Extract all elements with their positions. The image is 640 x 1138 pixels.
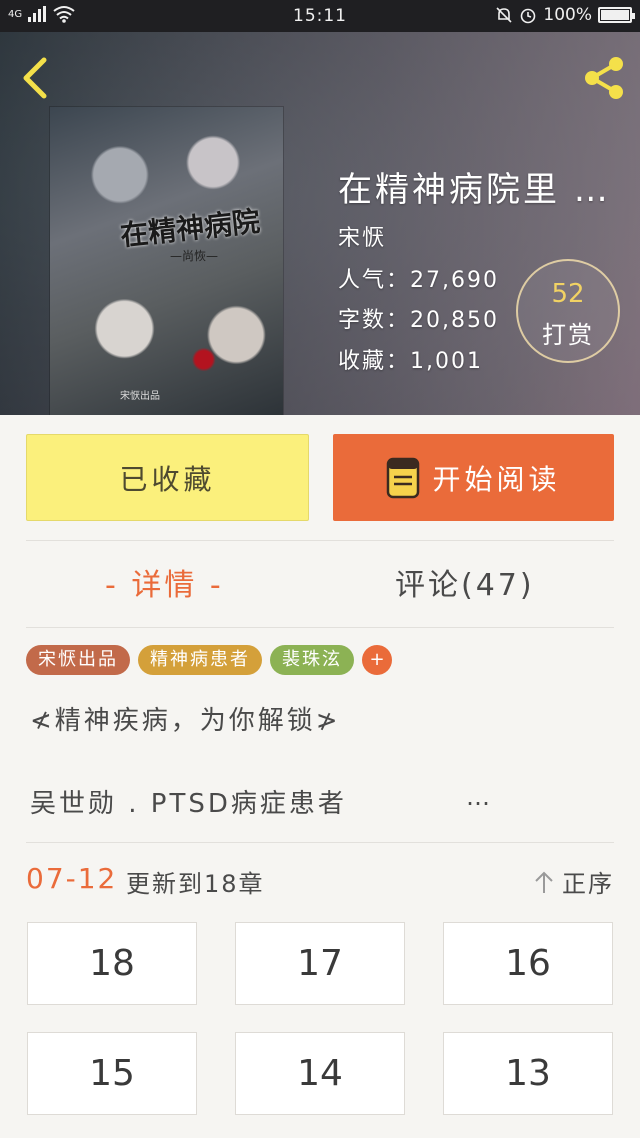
update-text: 更新到18章 (126, 870, 265, 898)
collected-button[interactable]: 已收藏 (26, 434, 309, 521)
divider (26, 627, 614, 628)
chapter-button[interactable]: 13 (443, 1032, 613, 1115)
book-title: 在精神病院里 … (338, 170, 611, 210)
battery-percent: 100% (543, 5, 592, 25)
book-popularity: 人气：27,690 (338, 268, 499, 293)
divider (26, 540, 614, 541)
book-cover[interactable]: 在精神病院 —尚恢— 宋恹出品 (50, 107, 283, 415)
status-bar: 4G 15:11 100% (0, 0, 640, 32)
book-icon (387, 457, 420, 498)
sort-order-button[interactable]: 正序 (534, 864, 614, 899)
book-word-count: 字数：20,850 (338, 308, 499, 333)
tab-detail[interactable]: - 详情 - (105, 560, 224, 610)
summary-line-2: 吴世勋 . PTSD病症患者 (30, 789, 347, 819)
sort-label: 正序 (562, 870, 614, 898)
tag-item[interactable]: 精神病患者 (138, 645, 262, 675)
mute-bell-icon (496, 7, 512, 23)
reward-count: 52 (551, 279, 585, 309)
chapter-button[interactable]: 18 (27, 922, 197, 1005)
book-header: 在精神病院 —尚恢— 宋恹出品 在精神病院里 … 宋恹 人气：27,690 字数… (0, 32, 640, 415)
update-date: 07-12 (26, 862, 118, 895)
reward-label: 打赏 (542, 321, 594, 349)
status-right: 100% (495, 5, 635, 25)
expand-summary-button[interactable]: … (466, 783, 490, 811)
share-icon[interactable] (580, 54, 628, 102)
divider (26, 842, 614, 843)
tag-item[interactable]: 宋恹出品 (26, 645, 130, 675)
alarm-icon (521, 8, 536, 24)
arrow-up-icon (535, 871, 553, 893)
add-tag-button[interactable]: + (362, 645, 392, 675)
book-author[interactable]: 宋恹 (338, 220, 386, 252)
chapter-button[interactable]: 15 (27, 1032, 197, 1115)
book-favorites: 收藏：1,001 (338, 349, 483, 374)
collected-label: 已收藏 (119, 462, 216, 496)
back-arrow-icon[interactable] (16, 56, 56, 100)
start-reading-button[interactable]: 开始阅读 (333, 434, 614, 521)
tab-comments[interactable]: 评论(47) (395, 560, 535, 610)
cover-footer: 宋恹出品 (120, 391, 160, 402)
tag-item[interactable]: 裴珠泫 (270, 645, 354, 675)
battery-icon (598, 7, 635, 23)
chapter-button[interactable]: 14 (235, 1032, 405, 1115)
cover-subtitle: —尚恢— (170, 249, 219, 263)
tag-list: 宋恹出品 精神病患者 裴珠泫 + (26, 645, 392, 675)
chapter-button[interactable]: 16 (443, 922, 613, 1005)
start-reading-label: 开始阅读 (432, 462, 561, 496)
chapter-button[interactable]: 17 (235, 922, 405, 1005)
reward-button[interactable]: 52 打赏 (516, 259, 620, 363)
summary-line-1: ≮精神疾病，为你解锁≯ (30, 706, 341, 736)
